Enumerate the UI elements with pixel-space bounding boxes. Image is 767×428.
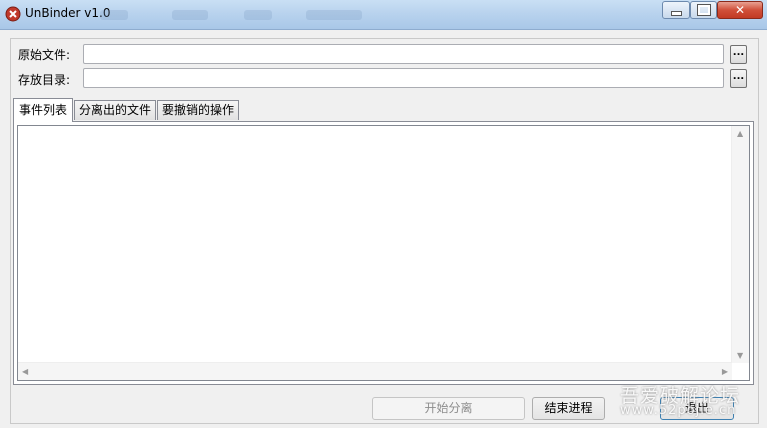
maximize-button[interactable]	[690, 1, 717, 19]
app-icon	[5, 6, 21, 22]
minimize-button[interactable]	[662, 1, 690, 19]
watermark-url: www.52pojie.cn	[620, 403, 737, 418]
dest-dir-label: 存放目录:	[18, 73, 71, 87]
source-browse-button[interactable]: ...	[730, 45, 747, 64]
minimize-icon	[670, 10, 682, 16]
scroll-right-icon[interactable]: ▶	[722, 367, 728, 376]
scroll-left-icon[interactable]: ◀	[22, 367, 28, 376]
start-separate-button[interactable]: 开始分离	[372, 397, 525, 420]
window-title: UnBinder v1.0	[25, 6, 111, 20]
tab-separated-files[interactable]: 分离出的文件	[74, 100, 156, 120]
dest-browse-button[interactable]: ...	[730, 69, 747, 88]
horizontal-scrollbar[interactable]: ◀ ▶	[18, 362, 732, 380]
event-list[interactable]: ▲ ▼ ◀ ▶	[17, 125, 750, 381]
close-icon: ✕	[734, 3, 746, 17]
tab-event-list[interactable]: 事件列表	[13, 98, 73, 122]
scroll-down-icon[interactable]: ▼	[737, 351, 743, 360]
tab-undo-operations[interactable]: 要撤销的操作	[157, 100, 239, 120]
maximize-icon	[696, 4, 711, 16]
source-file-label: 原始文件:	[18, 48, 71, 62]
watermark: 吾爱破解论坛 www.52pojie.cn	[620, 381, 766, 425]
scroll-up-icon[interactable]: ▲	[737, 129, 743, 138]
blurred-background	[100, 10, 128, 20]
source-file-input[interactable]	[83, 44, 724, 64]
close-button[interactable]: ✕	[717, 1, 763, 19]
blurred-background	[306, 10, 362, 20]
dest-dir-input[interactable]	[83, 68, 724, 88]
title-bar[interactable]: UnBinder v1.0 ✕	[0, 0, 767, 30]
blurred-background	[172, 10, 208, 20]
end-process-button[interactable]: 结束进程	[532, 397, 605, 420]
blurred-background	[244, 10, 272, 20]
vertical-scrollbar[interactable]: ▲ ▼	[731, 126, 749, 363]
tab-panel: ▲ ▼ ◀ ▶	[13, 121, 754, 385]
